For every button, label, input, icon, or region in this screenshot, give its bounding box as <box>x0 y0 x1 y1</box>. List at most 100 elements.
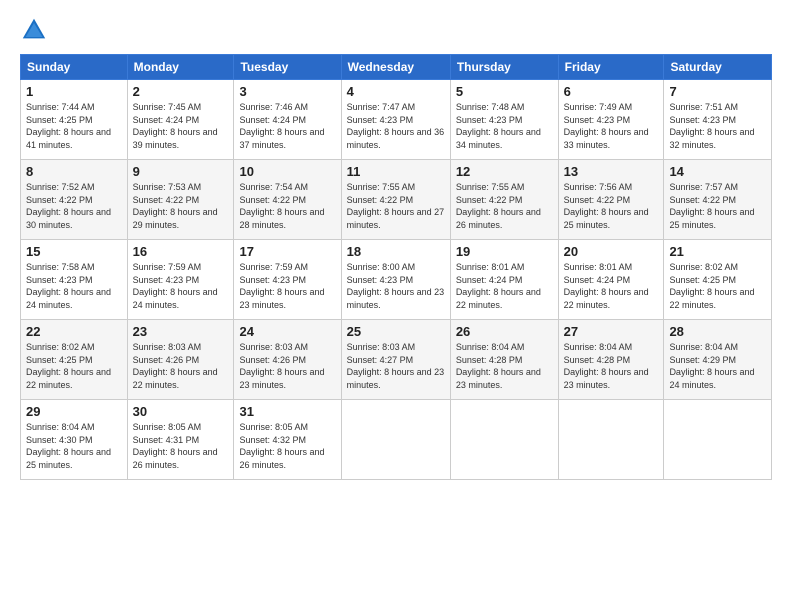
header <box>20 16 772 44</box>
weekday-header-thursday: Thursday <box>450 55 558 80</box>
calendar-cell <box>664 400 772 480</box>
day-info: Sunrise: 8:03 AMSunset: 4:26 PMDaylight:… <box>133 342 218 390</box>
day-number: 24 <box>239 324 335 339</box>
day-number: 9 <box>133 164 229 179</box>
day-number: 2 <box>133 84 229 99</box>
calendar-cell: 31 Sunrise: 8:05 AMSunset: 4:32 PMDaylig… <box>234 400 341 480</box>
calendar-cell: 30 Sunrise: 8:05 AMSunset: 4:31 PMDaylig… <box>127 400 234 480</box>
day-number: 29 <box>26 404 122 419</box>
calendar-cell: 29 Sunrise: 8:04 AMSunset: 4:30 PMDaylig… <box>21 400 128 480</box>
day-number: 12 <box>456 164 553 179</box>
day-info: Sunrise: 8:01 AMSunset: 4:24 PMDaylight:… <box>456 262 541 310</box>
day-info: Sunrise: 8:00 AMSunset: 4:23 PMDaylight:… <box>347 262 445 310</box>
day-info: Sunrise: 7:51 AMSunset: 4:23 PMDaylight:… <box>669 102 754 150</box>
day-info: Sunrise: 8:04 AMSunset: 4:28 PMDaylight:… <box>564 342 649 390</box>
day-info: Sunrise: 7:44 AMSunset: 4:25 PMDaylight:… <box>26 102 111 150</box>
day-info: Sunrise: 7:45 AMSunset: 4:24 PMDaylight:… <box>133 102 218 150</box>
calendar-table: SundayMondayTuesdayWednesdayThursdayFrid… <box>20 54 772 480</box>
day-info: Sunrise: 8:03 AMSunset: 4:27 PMDaylight:… <box>347 342 445 390</box>
calendar-cell: 16 Sunrise: 7:59 AMSunset: 4:23 PMDaylig… <box>127 240 234 320</box>
calendar-cell: 23 Sunrise: 8:03 AMSunset: 4:26 PMDaylig… <box>127 320 234 400</box>
calendar-cell: 12 Sunrise: 7:55 AMSunset: 4:22 PMDaylig… <box>450 160 558 240</box>
weekday-header-tuesday: Tuesday <box>234 55 341 80</box>
calendar-header-row: SundayMondayTuesdayWednesdayThursdayFrid… <box>21 55 772 80</box>
calendar-cell: 3 Sunrise: 7:46 AMSunset: 4:24 PMDayligh… <box>234 80 341 160</box>
logo <box>20 16 52 44</box>
calendar-week-4: 22 Sunrise: 8:02 AMSunset: 4:25 PMDaylig… <box>21 320 772 400</box>
calendar-cell: 14 Sunrise: 7:57 AMSunset: 4:22 PMDaylig… <box>664 160 772 240</box>
day-number: 31 <box>239 404 335 419</box>
page: SundayMondayTuesdayWednesdayThursdayFrid… <box>0 0 792 612</box>
day-info: Sunrise: 8:04 AMSunset: 4:30 PMDaylight:… <box>26 422 111 470</box>
day-number: 1 <box>26 84 122 99</box>
day-number: 14 <box>669 164 766 179</box>
calendar-cell: 4 Sunrise: 7:47 AMSunset: 4:23 PMDayligh… <box>341 80 450 160</box>
day-info: Sunrise: 7:57 AMSunset: 4:22 PMDaylight:… <box>669 182 754 230</box>
day-info: Sunrise: 7:55 AMSunset: 4:22 PMDaylight:… <box>347 182 445 230</box>
day-info: Sunrise: 7:46 AMSunset: 4:24 PMDaylight:… <box>239 102 324 150</box>
calendar-cell: 13 Sunrise: 7:56 AMSunset: 4:22 PMDaylig… <box>558 160 664 240</box>
day-info: Sunrise: 8:05 AMSunset: 4:31 PMDaylight:… <box>133 422 218 470</box>
calendar-cell <box>341 400 450 480</box>
calendar-week-5: 29 Sunrise: 8:04 AMSunset: 4:30 PMDaylig… <box>21 400 772 480</box>
day-number: 27 <box>564 324 659 339</box>
day-info: Sunrise: 7:55 AMSunset: 4:22 PMDaylight:… <box>456 182 541 230</box>
day-number: 3 <box>239 84 335 99</box>
day-number: 26 <box>456 324 553 339</box>
calendar-cell <box>450 400 558 480</box>
day-number: 20 <box>564 244 659 259</box>
day-number: 8 <box>26 164 122 179</box>
day-info: Sunrise: 8:04 AMSunset: 4:29 PMDaylight:… <box>669 342 754 390</box>
day-info: Sunrise: 7:59 AMSunset: 4:23 PMDaylight:… <box>133 262 218 310</box>
day-number: 21 <box>669 244 766 259</box>
day-info: Sunrise: 8:01 AMSunset: 4:24 PMDaylight:… <box>564 262 649 310</box>
day-info: Sunrise: 7:49 AMSunset: 4:23 PMDaylight:… <box>564 102 649 150</box>
day-info: Sunrise: 8:02 AMSunset: 4:25 PMDaylight:… <box>669 262 754 310</box>
day-info: Sunrise: 7:47 AMSunset: 4:23 PMDaylight:… <box>347 102 445 150</box>
calendar-cell: 24 Sunrise: 8:03 AMSunset: 4:26 PMDaylig… <box>234 320 341 400</box>
day-number: 15 <box>26 244 122 259</box>
day-info: Sunrise: 8:04 AMSunset: 4:28 PMDaylight:… <box>456 342 541 390</box>
calendar-cell: 9 Sunrise: 7:53 AMSunset: 4:22 PMDayligh… <box>127 160 234 240</box>
weekday-header-monday: Monday <box>127 55 234 80</box>
weekday-header-saturday: Saturday <box>664 55 772 80</box>
logo-icon <box>20 16 48 44</box>
calendar-cell: 11 Sunrise: 7:55 AMSunset: 4:22 PMDaylig… <box>341 160 450 240</box>
day-number: 7 <box>669 84 766 99</box>
weekday-header-sunday: Sunday <box>21 55 128 80</box>
calendar-cell: 20 Sunrise: 8:01 AMSunset: 4:24 PMDaylig… <box>558 240 664 320</box>
day-number: 5 <box>456 84 553 99</box>
calendar-week-1: 1 Sunrise: 7:44 AMSunset: 4:25 PMDayligh… <box>21 80 772 160</box>
day-number: 4 <box>347 84 445 99</box>
calendar-week-2: 8 Sunrise: 7:52 AMSunset: 4:22 PMDayligh… <box>21 160 772 240</box>
day-info: Sunrise: 7:53 AMSunset: 4:22 PMDaylight:… <box>133 182 218 230</box>
calendar-cell <box>558 400 664 480</box>
day-number: 23 <box>133 324 229 339</box>
calendar-cell: 27 Sunrise: 8:04 AMSunset: 4:28 PMDaylig… <box>558 320 664 400</box>
calendar-cell: 7 Sunrise: 7:51 AMSunset: 4:23 PMDayligh… <box>664 80 772 160</box>
calendar-cell: 22 Sunrise: 8:02 AMSunset: 4:25 PMDaylig… <box>21 320 128 400</box>
calendar-cell: 28 Sunrise: 8:04 AMSunset: 4:29 PMDaylig… <box>664 320 772 400</box>
calendar-cell: 8 Sunrise: 7:52 AMSunset: 4:22 PMDayligh… <box>21 160 128 240</box>
day-info: Sunrise: 8:02 AMSunset: 4:25 PMDaylight:… <box>26 342 111 390</box>
day-number: 6 <box>564 84 659 99</box>
day-number: 19 <box>456 244 553 259</box>
calendar-cell: 25 Sunrise: 8:03 AMSunset: 4:27 PMDaylig… <box>341 320 450 400</box>
day-number: 28 <box>669 324 766 339</box>
day-info: Sunrise: 7:48 AMSunset: 4:23 PMDaylight:… <box>456 102 541 150</box>
calendar-cell: 5 Sunrise: 7:48 AMSunset: 4:23 PMDayligh… <box>450 80 558 160</box>
calendar-week-3: 15 Sunrise: 7:58 AMSunset: 4:23 PMDaylig… <box>21 240 772 320</box>
weekday-header-wednesday: Wednesday <box>341 55 450 80</box>
day-number: 22 <box>26 324 122 339</box>
day-number: 13 <box>564 164 659 179</box>
weekday-header-friday: Friday <box>558 55 664 80</box>
calendar-cell: 2 Sunrise: 7:45 AMSunset: 4:24 PMDayligh… <box>127 80 234 160</box>
day-number: 18 <box>347 244 445 259</box>
day-number: 30 <box>133 404 229 419</box>
day-info: Sunrise: 8:05 AMSunset: 4:32 PMDaylight:… <box>239 422 324 470</box>
calendar-cell: 1 Sunrise: 7:44 AMSunset: 4:25 PMDayligh… <box>21 80 128 160</box>
calendar-cell: 26 Sunrise: 8:04 AMSunset: 4:28 PMDaylig… <box>450 320 558 400</box>
calendar-cell: 19 Sunrise: 8:01 AMSunset: 4:24 PMDaylig… <box>450 240 558 320</box>
day-info: Sunrise: 7:56 AMSunset: 4:22 PMDaylight:… <box>564 182 649 230</box>
day-info: Sunrise: 7:52 AMSunset: 4:22 PMDaylight:… <box>26 182 111 230</box>
